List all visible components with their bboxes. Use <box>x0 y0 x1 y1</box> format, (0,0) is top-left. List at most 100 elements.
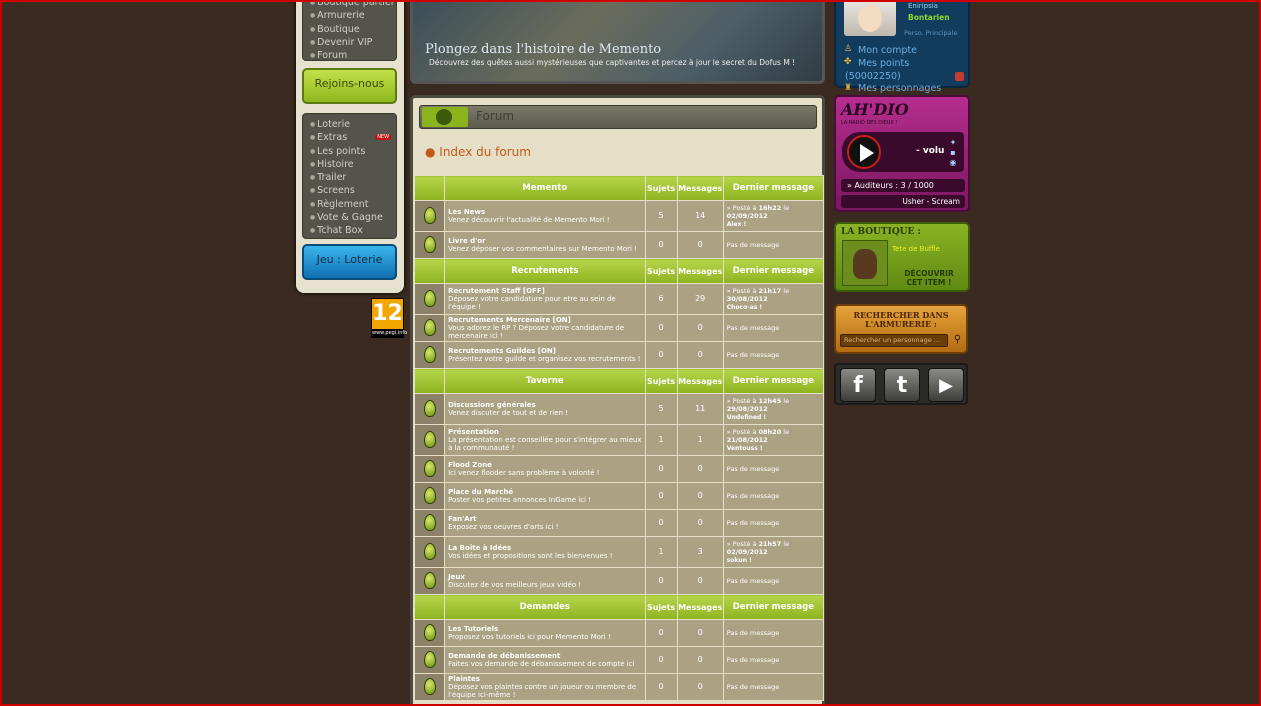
last-posted-time[interactable]: 08h20 <box>759 428 782 436</box>
last-posted-time[interactable]: 21h57 <box>759 540 782 548</box>
messages-count: 0 <box>676 567 724 595</box>
nav-item-top-0[interactable]: Boutique partiel <box>303 0 396 9</box>
play-video-icon[interactable]: ▶ <box>928 368 964 402</box>
last-posted-time[interactable]: 12h45 <box>759 397 782 405</box>
player-controls-icon[interactable]: ✦ ▪ ◉ <box>946 138 960 167</box>
forum-row[interactable]: La Boîte à Idées Vos idées et proposition… <box>413 536 825 568</box>
section-name[interactable]: Demandes <box>444 594 646 620</box>
messages-count: 29 <box>676 283 724 315</box>
section-icon-cell <box>413 258 446 284</box>
nav-item-devenir-vip[interactable]: Devenir VIP <box>303 36 396 49</box>
nav-item-tchat-box[interactable]: Tchat Box <box>303 224 396 237</box>
section-name[interactable]: Memento <box>444 175 646 201</box>
product-name[interactable]: Tete de Buffle <box>892 245 940 253</box>
forum-title-link[interactable]: Les Tutoriels <box>448 625 644 633</box>
my-account-link[interactable]: Mon compte <box>858 45 917 56</box>
forum-description: Venez découvrir l'actualité de Memento M… <box>448 216 610 224</box>
forum-title-link[interactable]: Flood Zone <box>448 461 644 469</box>
topics-count: 6 <box>644 283 678 315</box>
last-posted-author[interactable]: sokun ! <box>727 557 752 564</box>
forum-title-link[interactable]: Discussions générales <box>448 401 644 409</box>
forum-row[interactable]: Plaintes Déposez vos plaintes contre un j… <box>413 673 825 701</box>
forum-egg-icon <box>423 677 436 695</box>
forum-egg-icon <box>423 289 436 307</box>
forum-row[interactable]: Recrutements Guildes [ON] Présentez votre… <box>413 341 825 369</box>
forum-row[interactable]: Place du Marché Poster vos petites annonc… <box>413 482 825 510</box>
twitter-icon[interactable]: t <box>884 368 920 402</box>
forum-title-link[interactable]: Recrutements Guildes [ON] <box>448 347 644 355</box>
armory-search-input[interactable]: Rechercher un personnage ... <box>840 334 948 347</box>
forum-row[interactable]: Les Tutoriels Proposez vos tutoriels ici … <box>413 619 825 647</box>
search-icon[interactable]: ⚲ <box>951 334 964 347</box>
forum-title-link[interactable]: Les News <box>448 208 644 216</box>
forum-row[interactable]: Discussions générales Venez discuter de t… <box>413 393 825 425</box>
last-posted-author[interactable]: Choco-as ! <box>727 304 762 311</box>
forum-description: Faites vos demande de débanissement de c… <box>448 660 635 668</box>
forum-title-link[interactable]: La Boîte à Idées <box>448 544 644 552</box>
forum-title-link[interactable]: Jeux <box>448 573 644 581</box>
logout-icon[interactable] <box>955 72 964 81</box>
points-value: (50002250) <box>845 71 901 82</box>
forum-index-link[interactable]: ● Index du forum <box>425 145 531 159</box>
last-posted-time[interactable]: 21h17 <box>759 287 782 295</box>
forum-row[interactable]: Les News Venez découvrir l'actualité de M… <box>413 200 825 232</box>
nav-item-reglement[interactable]: Règlement <box>303 198 396 211</box>
no-message-text: Pas de message <box>726 656 780 664</box>
nav-item-loterie[interactable]: Loterie <box>303 118 396 131</box>
forum-panel: Forum ● Index du forum Memento Sujets Mess… <box>410 95 825 706</box>
my-points-link[interactable]: Mes points <box>858 58 909 69</box>
play-icon[interactable] <box>847 135 881 169</box>
new-badge: NEW <box>375 134 392 141</box>
topics-count: 0 <box>644 673 678 701</box>
forum-header-title: Forum <box>476 109 515 123</box>
character-name[interactable]: Eniripsia <box>908 2 938 10</box>
forum-row[interactable]: Fan'Art Exposez vos oeuvres d'arts ici ! 0… <box>413 509 825 537</box>
forum-title-link[interactable]: Présentation <box>448 428 644 436</box>
no-message-text: Pas de message <box>726 577 780 585</box>
forum-title-link[interactable]: Recrutements Mercenaire [ON] <box>448 316 644 324</box>
avatar[interactable] <box>844 0 896 36</box>
nav-item-forum[interactable]: Forum <box>303 49 396 62</box>
col-last-message-header: Dernier message <box>722 175 825 201</box>
join-button[interactable]: Rejoins-nous <box>302 68 397 104</box>
game-lottery-button[interactable]: Jeu : Loterie <box>302 244 397 280</box>
last-posted-author[interactable]: Alex ! <box>727 221 746 228</box>
product-image[interactable] <box>842 240 888 286</box>
nav-item-armurerie[interactable]: Armurerie <box>303 9 396 22</box>
nav-item-extras[interactable]: Extras NEW <box>303 131 396 144</box>
facebook-icon[interactable]: f <box>840 368 876 402</box>
last-posted-prefix: » Posté à <box>726 396 759 405</box>
forum-title-link[interactable]: Fan'Art <box>448 515 644 523</box>
last-posted-author[interactable]: Ventouss ! <box>727 445 763 452</box>
discover-item-button[interactable]: DÉCOUVRIR CET ITEM ! <box>896 269 962 287</box>
forum-title-link[interactable]: Recrutement Staff [OFF] <box>448 287 644 295</box>
nav-item-screens[interactable]: Screens <box>303 184 396 197</box>
forum-title-link[interactable]: Place du Marché <box>448 488 644 496</box>
my-characters-link[interactable]: Mes personnages <box>858 83 941 94</box>
forum-row[interactable]: Recrutements Mercenaire [ON] Vous adorez … <box>413 314 825 342</box>
nav-item-histoire[interactable]: Histoire <box>303 158 396 171</box>
forum-row[interactable]: Demande de débanissement Faites vos deman… <box>413 646 825 674</box>
hero-banner[interactable]: Plongez dans l'histoire de Memento Décou… <box>410 0 825 84</box>
nav-item-vote-gagne[interactable]: Vote & Gagne <box>303 211 396 224</box>
section-name[interactable]: Taverne <box>444 368 646 394</box>
forum-row[interactable]: Recrutement Staff [OFF] Déposez votre can… <box>413 283 825 315</box>
volume-label[interactable]: - volu <box>916 146 944 156</box>
section-name[interactable]: Recrutements <box>444 258 646 284</box>
forum-title-link[interactable]: Plaintes <box>448 675 644 683</box>
last-posted-time[interactable]: 16h22 <box>759 204 782 212</box>
forum-table: Memento Sujets Messages Dernier message Les … <box>413 175 825 701</box>
forum-row[interactable]: Présentation La présentation est conseill… <box>413 424 825 456</box>
forum-row[interactable]: Livre d'or Venez déposer vos commentaires… <box>413 231 825 259</box>
forum-row[interactable]: Flood Zone Ici venez flooder sans problèm… <box>413 455 825 483</box>
forum-description: Déposez votre candidature pour etre au s… <box>448 295 616 311</box>
last-posted-author[interactable]: Undefined ! <box>727 414 766 421</box>
nav-item-trailer[interactable]: Trailer <box>303 171 396 184</box>
nav-item-boutique[interactable]: Boutique <box>303 23 396 36</box>
forum-name-cell: Place du Marché Poster vos petites annonc… <box>444 482 646 510</box>
last-posted-mid: le <box>781 286 790 295</box>
forum-title-link[interactable]: Demande de débanissement <box>448 652 644 660</box>
forum-row[interactable]: Jeux Discutez de vos meilleurs jeux vidéo… <box>413 567 825 595</box>
nav-item-les-points[interactable]: Les points <box>303 145 396 158</box>
forum-title-link[interactable]: Livre d'or <box>448 237 644 245</box>
